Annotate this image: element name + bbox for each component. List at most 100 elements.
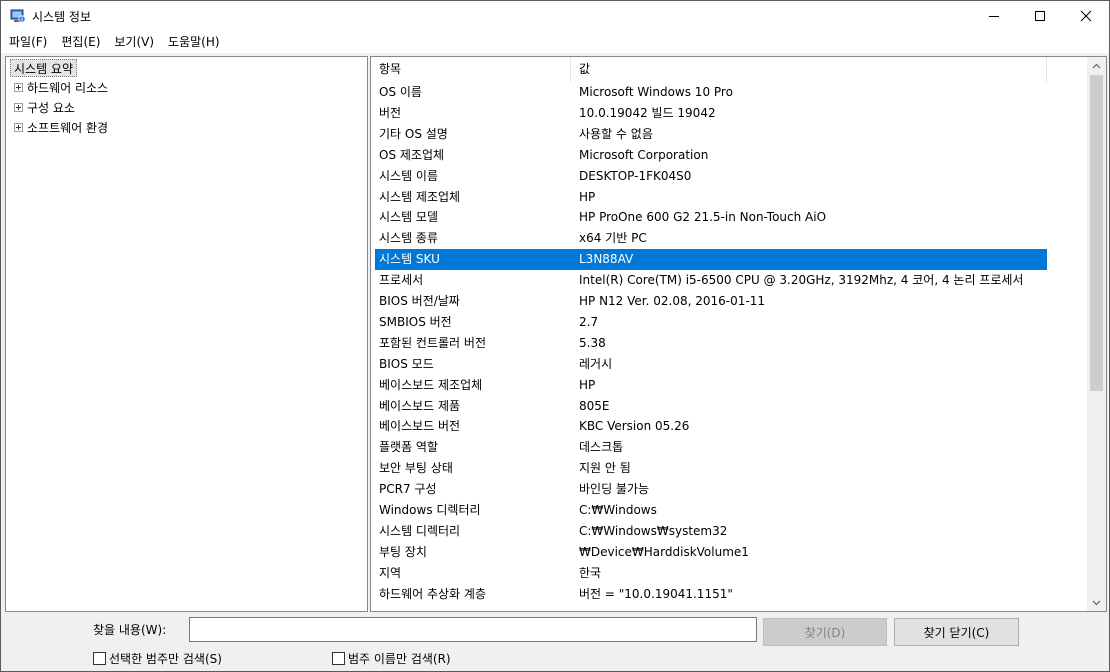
table-row[interactable]: 기타 OS 설명 사용할 수 없음 [375,124,1047,145]
close-button[interactable] [1063,1,1109,31]
row-item-name: 부팅 장치 [379,545,427,559]
minimize-button[interactable] [971,1,1017,31]
scroll-up-button[interactable] [1087,57,1106,74]
menu-file[interactable]: 파일(F) [1,31,53,53]
table-row[interactable]: 시스템 이름 DESKTOP-1FK04S0 [375,166,1047,187]
category-tree: 시스템 요약 하드웨어 리소스 구성 요소 소프트웨어 환경 [5,56,368,612]
row-item-value: 2.7 [579,315,599,329]
table-row[interactable]: 시스템 제조업체 HP [375,187,1047,208]
maximize-icon [1035,11,1045,21]
row-item-value: HP [579,378,596,392]
find-what-label: 찾을 내용(W): [93,623,167,637]
row-item-name: 플랫폼 역할 [379,440,439,454]
menu-bar: 파일(F) 편집(E) 보기(V) 도움말(H) [1,31,1109,53]
find-what-input[interactable] [189,617,757,642]
row-item-value: C:₩Windows₩system32 [579,524,728,538]
table-row[interactable]: 시스템 디렉터리 C:₩Windows₩system32 [375,521,1047,542]
table-row[interactable]: 프로세서 Intel(R) Core(TM) i5-6500 CPU @ 3.20… [375,270,1047,291]
row-item-name: OS 이름 [379,85,422,99]
row-item-value: 지원 안 됨 [579,461,631,475]
column-header-item[interactable]: 항목 [371,57,571,82]
tree-item-label: 소프트웨어 환경 [27,120,109,135]
tree-item-label: 구성 요소 [27,100,75,115]
list-header: 항목 값 [371,57,1087,82]
row-item-value: 버전 = "10.0.19041.1151" [579,587,733,601]
vertical-scrollbar[interactable] [1087,57,1106,611]
row-item-name: PCR7 구성 [379,482,437,496]
table-row[interactable]: 베이스보드 제조업체 HP [375,375,1047,396]
maximize-button[interactable] [1017,1,1063,31]
tree-item-system-summary[interactable]: 시스템 요약 [10,59,78,77]
table-row[interactable]: Windows 디렉터리 C:₩Windows [375,500,1047,521]
row-item-name: 시스템 이름 [379,169,439,183]
table-row[interactable]: 버전 10.0.19042 빌드 19042 [375,103,1047,124]
row-item-value: 데스크톱 [579,440,624,454]
row-item-name: OS 제조업체 [379,148,445,162]
table-row[interactable]: 시스템 모델 HP ProOne 600 G2 21.5-in Non-Touch… [375,207,1047,228]
checkbox-label: 범주 이름만 검색(R) [348,652,451,666]
expand-icon[interactable] [14,102,23,112]
table-row[interactable]: 베이스보드 버전 KBC Version 05.26 [375,416,1047,437]
tree-item-software-environment[interactable]: 소프트웨어 환경 [14,117,108,137]
find-button[interactable]: 찾기(D) [763,618,887,646]
row-item-value: KBC Version 05.26 [579,419,690,433]
table-row[interactable]: SMBIOS 버전 2.7 [375,312,1047,333]
table-row[interactable]: 지역 한국 [375,563,1047,584]
table-row[interactable]: 부팅 장치 ₩Device₩HarddiskVolume1 [375,542,1047,563]
row-item-value: Microsoft Windows 10 Pro [579,85,733,99]
scroll-down-button[interactable] [1087,594,1106,611]
row-item-value: x64 기반 PC [579,231,647,245]
table-row[interactable]: 시스템 종류 x64 기반 PC [375,228,1047,249]
expand-icon[interactable] [14,122,23,132]
row-item-value: HP ProOne 600 G2 21.5-in Non-Touch AiO [579,210,827,224]
row-item-value: ₩Device₩HarddiskVolume1 [579,545,749,559]
search-category-names-checkbox[interactable]: 범주 이름만 검색(R) [332,650,451,667]
row-item-name: 베이스보드 제조업체 [379,378,483,392]
table-row[interactable]: OS 제조업체 Microsoft Corporation [375,145,1047,166]
system-information-window: 시스템 정보 파일(F) 편집(E) 보기(V) 도움말(H) 시스템 요약 하… [0,0,1110,672]
menu-view[interactable]: 보기(V) [106,31,160,53]
table-row[interactable]: 시스템 SKU L3N88AV [375,249,1047,270]
checkbox-box[interactable] [332,652,345,665]
close-icon [1080,10,1092,22]
row-item-value: Intel(R) Core(TM) i5-6500 CPU @ 3.20GHz,… [579,273,1024,287]
row-item-name: 베이스보드 버전 [379,419,461,433]
expand-icon[interactable] [14,82,23,92]
row-item-value: 사용할 수 없음 [579,127,653,141]
table-row[interactable]: PCR7 구성 바인딩 불가능 [375,479,1047,500]
row-item-name: 시스템 모델 [379,210,439,224]
row-item-value: 10.0.19042 빌드 19042 [579,106,716,120]
row-item-name: 포함된 컨트롤러 버전 [379,336,486,350]
table-row[interactable]: OS 이름 Microsoft Windows 10 Pro [375,82,1047,103]
table-row[interactable]: BIOS 버전/날짜 HP N12 Ver. 02.08, 2016-01-11 [375,291,1047,312]
column-header-value[interactable]: 값 [571,57,1047,82]
table-row[interactable]: 플랫폼 역할 데스크톱 [375,437,1047,458]
scroll-thumb[interactable] [1090,75,1103,391]
search-selected-category-checkbox[interactable]: 선택한 범주만 검색(S) [93,650,222,667]
tree-item-hardware-resources[interactable]: 하드웨어 리소스 [14,77,108,97]
row-item-name: SMBIOS 버전 [379,315,452,329]
row-item-name: 시스템 제조업체 [379,190,461,204]
row-item-name: 시스템 디렉터리 [379,524,461,538]
tree-item-components[interactable]: 구성 요소 [14,97,75,117]
table-row[interactable]: 하드웨어 추상화 계층 버전 = "10.0.19041.1151" [375,584,1047,605]
chevron-up-icon [1092,63,1101,68]
title-bar[interactable]: 시스템 정보 [1,1,1109,31]
table-row[interactable]: BIOS 모드 레거시 [375,354,1047,375]
table-row[interactable]: 보안 부팅 상태 지원 안 됨 [375,458,1047,479]
close-find-button[interactable]: 찾기 닫기(C) [894,618,1019,646]
row-item-value: HP N12 Ver. 02.08, 2016-01-11 [579,294,765,308]
row-item-value: 바인딩 불가능 [579,482,650,496]
checkbox-box[interactable] [93,652,106,665]
table-row[interactable]: 베이스보드 제품 805E [375,396,1047,417]
minimize-icon [989,16,999,17]
chevron-down-icon [1092,600,1101,605]
table-row[interactable]: 포함된 컨트롤러 버전 5.38 [375,333,1047,354]
details-list: 항목 값 OS 이름 Microsoft Windows 10 Pro 버전 10.0… [370,56,1107,612]
row-item-value: DESKTOP-1FK04S0 [579,169,692,183]
row-item-name: 하드웨어 추상화 계층 [379,587,486,601]
row-item-name: BIOS 모드 [379,357,434,371]
menu-edit[interactable]: 편집(E) [53,31,106,53]
menu-help[interactable]: 도움말(H) [160,31,226,53]
row-item-name: 프로세서 [379,273,424,287]
